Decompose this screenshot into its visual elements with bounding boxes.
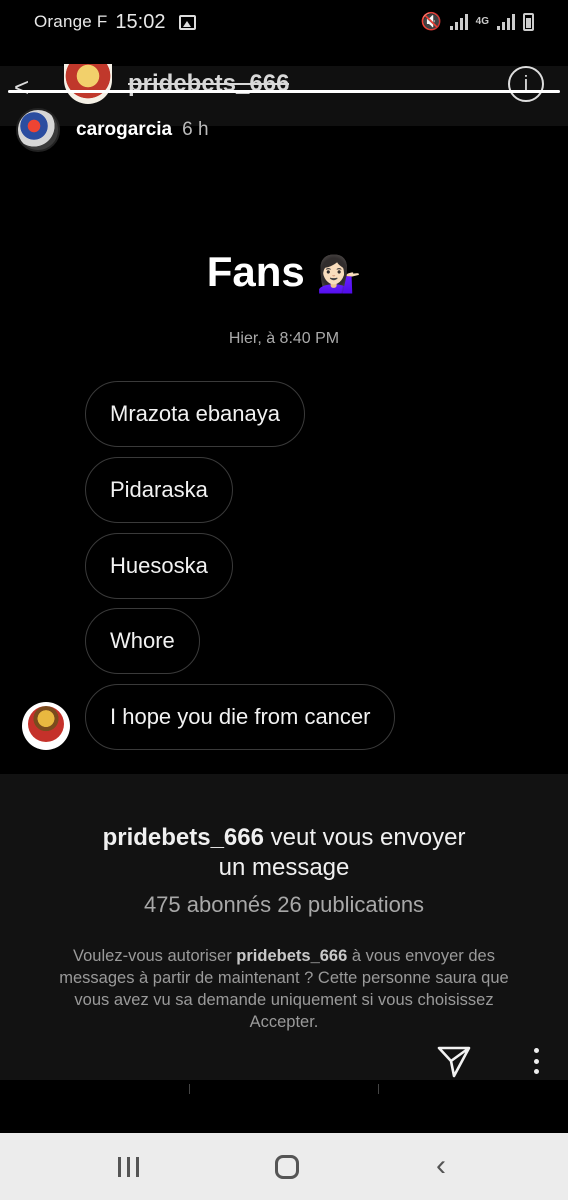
home-icon[interactable] [275, 1155, 299, 1179]
battery-icon [523, 13, 534, 31]
request-body-username: pridebets_666 [236, 947, 348, 965]
story-progress-fill [8, 90, 560, 93]
chat-title-text: Fans [206, 248, 305, 295]
signal-icon [449, 14, 468, 30]
recents-icon[interactable] [118, 1157, 139, 1177]
avatar[interactable] [16, 108, 60, 152]
story-username[interactable]: carogarcia [76, 119, 172, 141]
message-bubble[interactable]: Mrazota ebanaya [85, 381, 305, 447]
sender-avatar[interactable] [22, 702, 70, 750]
clock: 15:02 [115, 10, 166, 33]
story-author[interactable]: carogarcia 6 h [16, 108, 209, 152]
request-stats: 475 abonnés 26 publications [143, 892, 425, 917]
request-heading-rest: veut vous envoyer [263, 824, 466, 851]
request-username[interactable]: pridebets_666 [103, 824, 264, 851]
back-chevron-icon[interactable]: < [14, 72, 29, 103]
message-bubble[interactable]: I hope you die from cancer [85, 684, 396, 750]
status-bar: Orange F 15:02 🔇 4G [0, 0, 568, 44]
carrier-label: Orange F [34, 12, 108, 31]
send-icon[interactable] [436, 1043, 472, 1079]
mute-icon: 🔇 [420, 12, 442, 31]
message-bubble[interactable]: Whore [85, 608, 200, 674]
request-body: Voulez-vous autoriser pridebets_666 à vo… [40, 945, 528, 1033]
chat-title: Fans 💁🏻‍♀️ [0, 248, 568, 296]
message-request-panel [0, 774, 568, 1080]
story-progress-bar [8, 90, 560, 93]
info-icon[interactable]: i [508, 66, 544, 102]
signal-icon-2 [497, 14, 515, 30]
person-tipping-hand-emoji-icon: 💁🏻‍♀️ [316, 253, 362, 294]
request-heading: pridebets_666 veut vous envoyer un messa… [0, 823, 568, 883]
request-body-pre: Voulez-vous autoriser [73, 947, 237, 965]
request-heading-line2: un message [218, 854, 350, 881]
more-vertical-icon[interactable] [526, 1046, 546, 1076]
divider [0, 1080, 568, 1094]
back-icon[interactable]: ‹ [436, 1149, 446, 1183]
sender-logo-icon [28, 706, 64, 742]
message-bubble[interactable]: Pidaraska [85, 457, 233, 523]
message-bubble[interactable]: Huesoska [85, 533, 233, 599]
network-type-label: 4G [475, 16, 489, 27]
chat-date: Hier, à 8:40 PM [228, 330, 340, 347]
story-timestamp: 6 h [182, 119, 209, 140]
gallery-icon [179, 14, 197, 30]
